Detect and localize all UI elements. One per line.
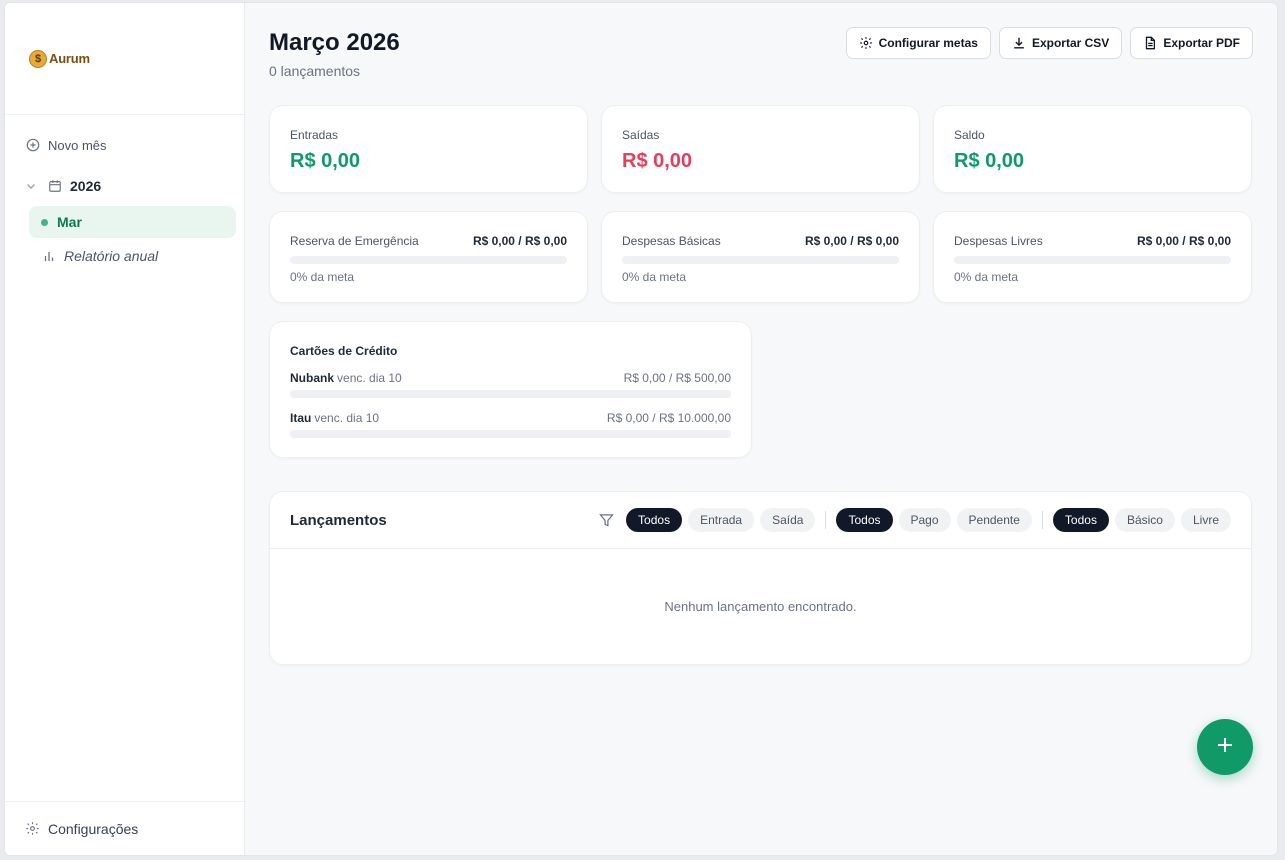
filter-icon [599,513,614,528]
filter-type-income[interactable]: Entrada [688,508,755,532]
new-month-button[interactable]: Novo mês [13,129,236,161]
filter-status-paid[interactable]: Pago [898,508,951,532]
expenses-value: R$ 0,00 [622,150,693,172]
card-amount: R$ 0,00 / R$ 500,00 [623,371,731,385]
card-progress-bar [290,390,731,398]
goal-percent: 0% da meta [954,270,1019,284]
card-name: Itau [290,411,312,425]
card-due: venc. dia 10 [314,411,380,425]
download-icon [1012,36,1026,50]
goal-progress-bar [954,256,1231,264]
credit-card-row-itau: Itau venc. dia 10 R$ 0,00 / R$ 10.000,00 [290,411,731,427]
export-pdf-label: Exportar PDF [1163,36,1240,50]
credit-cards-card: Cartões de Crédito Nubank venc. dia 10 R$… [269,321,752,458]
app-window: $ Aurum Novo mês 2026 Mar Relatório anua… [4,2,1278,856]
sidebar-nav: Novo mês 2026 Mar Relatório anual [5,115,244,272]
entries-filters: Todos Entrada Saída Todos Pago Pendente … [599,508,1231,532]
entries-header: Lançamentos Todos Entrada Saída Todos Pa… [270,492,1251,549]
entries-panel: Lançamentos Todos Entrada Saída Todos Pa… [269,491,1252,665]
sidebar: $ Aurum Novo mês 2026 Mar Relatório anua… [5,3,245,855]
configure-goals-label: Configurar metas [878,36,978,50]
credit-cards-title: Cartões de Crédito [290,344,398,358]
filter-type-all[interactable]: Todos [626,508,683,532]
card-due: venc. dia 10 [337,371,402,385]
goal-card-basic: Despesas Básicas R$ 0,00 / R$ 0,00 0% da… [601,211,920,303]
goal-value: R$ 0,00 / R$ 0,00 [804,234,899,248]
filter-status-all[interactable]: Todos [836,508,893,532]
plus-circle-icon [25,137,41,153]
export-pdf-button[interactable]: Exportar PDF [1130,27,1253,59]
goal-progress-bar [622,256,899,264]
add-entry-button[interactable] [1197,719,1253,775]
file-text-icon [1143,36,1157,50]
sidebar-item-annual-report[interactable]: Relatório anual [29,240,236,272]
expenses-label: Saídas [622,128,660,142]
goal-progress-bar [290,256,567,264]
income-value: R$ 0,00 [290,150,361,172]
page-title: Março 2026 [269,29,400,56]
filter-status-pending[interactable]: Pendente [956,508,1032,532]
filter-separator [1041,511,1043,529]
bar-chart-icon [41,248,57,264]
sidebar-year-2026[interactable]: 2026 [13,170,236,202]
empty-state: Nenhum lançamento encontrado. [664,599,857,614]
goal-value: R$ 0,00 / R$ 0,00 [472,234,567,248]
filter-category-free[interactable]: Livre [1180,508,1231,532]
export-csv-button[interactable]: Exportar CSV [998,27,1123,59]
filter-category-basic[interactable]: Básico [1114,508,1175,532]
coin-logo-icon: $ [29,49,47,68]
goal-card-free: Despesas Livres R$ 0,00 / R$ 0,00 0% da … [933,211,1252,303]
sidebar-item-mar[interactable]: Mar [29,206,236,238]
card-name: Nubank [290,371,335,385]
calendar-icon [47,178,63,194]
filter-category-all[interactable]: Todos [1052,508,1109,532]
goal-name: Reserva de Emergência [290,234,419,248]
new-month-label: Novo mês [48,137,107,153]
chevron-down-icon [25,180,39,192]
filter-separator [825,511,827,529]
credit-card-row-nubank: Nubank venc. dia 10 R$ 0,00 / R$ 500,00 [290,371,731,387]
goal-value: R$ 0,00 / R$ 0,00 [1136,234,1231,248]
filter-type-expense[interactable]: Saída [760,508,816,532]
gear-icon [25,821,40,836]
goal-percent: 0% da meta [290,270,355,284]
card-amount: R$ 0,00 / R$ 10.000,00 [606,411,731,425]
plus-icon [1215,735,1235,760]
settings-label: Configurações [48,820,139,837]
brand: $ Aurum [5,3,244,115]
month-label: Mar [57,214,82,230]
goal-name: Despesas Livres [954,234,1043,248]
annual-report-label: Relatório anual [64,248,159,264]
header-actions: Configurar metas Exportar CSV Exportar P… [845,27,1253,59]
export-csv-label: Exportar CSV [1031,36,1110,50]
year-label: 2026 [70,178,102,194]
expenses-card: Saídas R$ 0,00 [601,105,920,193]
settings-button[interactable]: Configurações [5,801,244,855]
configure-goals-button[interactable]: Configurar metas [845,27,991,59]
active-dot [41,218,48,226]
entries-title: Lançamentos [290,512,387,529]
main-content: Março 2026 0 lançamentos Configurar meta… [245,3,1277,855]
entries-count: 0 lançamentos [269,63,361,79]
income-card: Entradas R$ 0,00 [269,105,588,193]
goal-percent: 0% da meta [622,270,687,284]
balance-card: Saldo R$ 0,00 [933,105,1252,193]
goal-name: Despesas Básicas [622,234,721,248]
brand-name: Aurum [49,51,90,66]
balance-label: Saldo [954,128,985,142]
gear-icon [859,36,873,50]
card-progress-bar [290,430,731,438]
goal-card-emergency: Reserva de Emergência R$ 0,00 / R$ 0,00 … [269,211,588,303]
income-label: Entradas [290,128,339,142]
balance-value: R$ 0,00 [954,150,1025,172]
